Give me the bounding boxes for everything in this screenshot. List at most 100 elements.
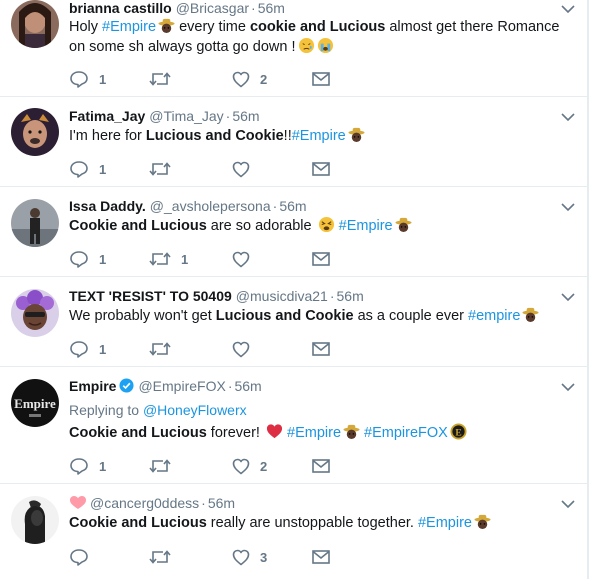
- retweet-button[interactable]: [149, 339, 181, 359]
- separator-dot: ·: [251, 0, 256, 16]
- handle[interactable]: @_avsholepersona: [150, 198, 271, 214]
- tweet-text: Cookie and Lucious forever! #Empire #Emp…: [69, 423, 569, 443]
- display-name[interactable]: TEXT 'RESIST' TO 50409: [69, 288, 232, 304]
- display-name[interactable]: Empire: [69, 378, 116, 394]
- text-bold: Cookie and Lucious: [69, 425, 207, 441]
- tweet-header: @cancerg0ddess · 56m: [69, 494, 235, 512]
- like-button[interactable]: [232, 339, 260, 359]
- hashtag-link[interactable]: #Empire: [283, 425, 341, 441]
- separator-dot: ·: [201, 495, 206, 511]
- retweet-icon: [149, 550, 171, 564]
- avatar[interactable]: [11, 108, 59, 156]
- hashtag-link[interactable]: #Empire: [339, 218, 393, 234]
- hashtag-link[interactable]: #EmpireFOX: [360, 425, 448, 441]
- chevron-down-icon[interactable]: [561, 4, 575, 14]
- avatar[interactable]: [11, 199, 59, 247]
- chevron-down-icon[interactable]: [561, 112, 575, 122]
- chevron-down-icon[interactable]: [561, 202, 575, 212]
- heart-icon: [232, 71, 250, 87]
- envelope-icon: [312, 162, 330, 176]
- avatar[interactable]: [11, 496, 59, 544]
- handle[interactable]: @Bricasgar: [176, 0, 249, 16]
- text-part: Holy: [69, 19, 103, 35]
- replying-to-link[interactable]: @HoneyFlowerx: [143, 402, 247, 418]
- direct-message-button[interactable]: [312, 547, 330, 567]
- heart-icon: [232, 549, 250, 565]
- handle[interactable]: @Tima_Jay: [149, 108, 223, 124]
- reply-count: 1: [99, 71, 107, 87]
- reply-button[interactable]: 1: [69, 69, 106, 89]
- tweet[interactable]: Issa Daddy. @_avsholepersona · 56m Cookie a…: [0, 187, 589, 277]
- reply-button[interactable]: 1: [69, 456, 106, 476]
- like-button[interactable]: 2: [232, 456, 267, 476]
- timestamp[interactable]: 56m: [234, 378, 261, 394]
- reply-button[interactable]: 1: [69, 249, 106, 269]
- reply-button[interactable]: 1: [69, 339, 106, 359]
- retweet-button[interactable]: [149, 456, 181, 476]
- reply-button[interactable]: 1: [69, 159, 106, 179]
- direct-message-button[interactable]: [312, 69, 330, 89]
- tweet-text: Cookie and Lucious really are unstoppabl…: [69, 513, 569, 533]
- retweet-button[interactable]: [149, 547, 181, 567]
- tweet-header: TEXT 'RESIST' TO 50409 @musicdiva21 · 56m: [69, 287, 364, 305]
- envelope-icon: [312, 252, 330, 266]
- timestamp[interactable]: 56m: [232, 108, 259, 124]
- envelope-icon: [312, 342, 330, 356]
- handle[interactable]: @musicdiva21: [236, 288, 328, 304]
- text-part: as a couple ever: [353, 308, 469, 324]
- timestamp[interactable]: 56m: [258, 0, 285, 16]
- like-button[interactable]: [232, 249, 260, 269]
- timestamp[interactable]: 56m: [279, 198, 306, 214]
- avatar[interactable]: [11, 0, 59, 48]
- separator-dot: ·: [272, 198, 278, 214]
- timestamp[interactable]: 56m: [208, 495, 235, 511]
- hashtag-link[interactable]: #empire: [468, 308, 520, 324]
- tweet[interactable]: TEXT 'RESIST' TO 50409 @musicdiva21 · 56m W…: [0, 277, 589, 367]
- hashtag-link[interactable]: #Empire: [292, 128, 346, 144]
- direct-message-button[interactable]: [312, 339, 330, 359]
- chevron-down-icon[interactable]: [561, 292, 575, 302]
- tweet[interactable]: Empire Empire @EmpireFOX · 56m Replying to …: [0, 367, 589, 484]
- hashtag-link[interactable]: #Empire: [418, 515, 472, 531]
- like-count: 2: [260, 71, 268, 87]
- display-name[interactable]: brianna castillo: [69, 0, 172, 16]
- retweet-icon: [149, 252, 171, 266]
- disappointed-face-emoji-icon: [298, 37, 314, 54]
- replying-to-line: Replying to @HoneyFlowerx: [69, 402, 247, 418]
- envelope-icon: [312, 459, 330, 473]
- reply-count: 1: [99, 251, 107, 267]
- handle[interactable]: @cancerg0ddess: [90, 495, 199, 511]
- like-button[interactable]: 3: [232, 547, 267, 567]
- reply-button[interactable]: [69, 547, 99, 567]
- retweet-count: 1: [181, 251, 189, 267]
- avatar[interactable]: [11, 289, 59, 337]
- like-button[interactable]: [232, 159, 260, 179]
- tweet[interactable]: @cancerg0ddess · 56m Cookie and Lucious re…: [0, 484, 589, 579]
- retweet-button[interactable]: 1: [149, 249, 188, 269]
- retweet-button[interactable]: [149, 159, 181, 179]
- direct-message-button[interactable]: [312, 456, 330, 476]
- verified-badge-icon: [119, 378, 134, 393]
- text-bold: Cookie and Lucious: [69, 218, 207, 234]
- display-name[interactable]: Fatima_Jay: [69, 108, 145, 124]
- reply-icon: [70, 71, 88, 88]
- text-bold: Cookie and Lucious: [69, 515, 207, 531]
- tweet[interactable]: brianna castillo @Bricasgar · 56m Holy #Emp…: [0, 0, 589, 97]
- direct-message-button[interactable]: [312, 159, 330, 179]
- like-count: 3: [260, 549, 268, 565]
- display-name[interactable]: Issa Daddy.: [69, 198, 146, 214]
- avatar[interactable]: Empire: [11, 379, 59, 427]
- text-bold: Lucious and Cookie: [145, 128, 284, 144]
- tweet-text: I'm here for Lucious and Cookie!!#Empire: [69, 126, 569, 146]
- hashtag-link[interactable]: #Empire: [102, 19, 156, 35]
- handle[interactable]: @EmpireFOX: [138, 378, 225, 394]
- chevron-down-icon[interactable]: [561, 382, 575, 392]
- direct-message-button[interactable]: [312, 249, 330, 269]
- heart-icon: [232, 161, 250, 177]
- envelope-icon: [312, 72, 330, 86]
- chevron-down-icon[interactable]: [561, 499, 575, 509]
- timestamp[interactable]: 56m: [337, 288, 364, 304]
- like-button[interactable]: 2: [232, 69, 267, 89]
- tweet[interactable]: Fatima_Jay @Tima_Jay · 56m I'm here for Luc…: [0, 97, 589, 187]
- retweet-button[interactable]: [149, 69, 181, 89]
